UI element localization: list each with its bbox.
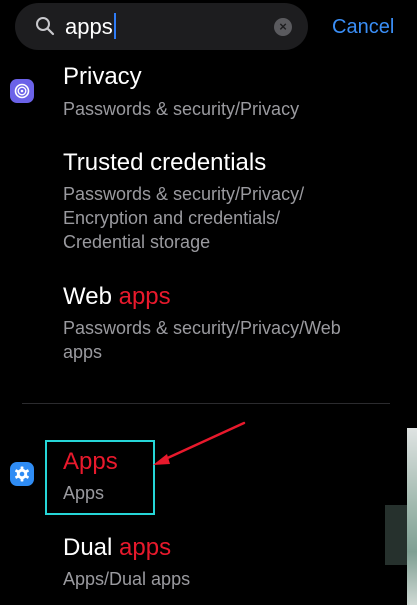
result-title-dual-apps[interactable]: Dual apps [63, 533, 171, 563]
annotation-arrow-icon [153, 421, 246, 465]
result-title-web-apps[interactable]: Web apps [63, 282, 171, 312]
search-bar[interactable]: apps × [15, 3, 308, 50]
edge-artifact [385, 505, 407, 565]
text-caret [113, 13, 116, 39]
result-path-line: apps [63, 342, 103, 362]
settings-app-icon [10, 462, 34, 486]
search-icon [36, 17, 55, 36]
result-path-line: Encryption and credentials/ [63, 208, 281, 228]
result-path-line: Passwords & security/Privacy/ [63, 184, 305, 204]
result-path-privacy: Passwords & security/Privacy [63, 99, 300, 119]
fingerprint-icon [14, 83, 30, 99]
result-path-line: Passwords & security/Privacy/Web [63, 318, 341, 338]
search-input[interactable]: apps [65, 12, 116, 42]
cancel-button[interactable]: Cancel [332, 14, 394, 40]
result-path-dual-apps: Apps/Dual apps [63, 569, 191, 589]
clear-icon[interactable]: × [274, 18, 292, 36]
search-input-value: apps [65, 14, 113, 39]
gear-icon [15, 466, 29, 482]
result-path-line: Credential storage [63, 232, 211, 252]
privacy-icon [10, 79, 34, 103]
result-title-privacy[interactable]: Privacy [63, 62, 142, 92]
annotation-highlight-box [45, 440, 155, 515]
section-divider [22, 403, 390, 404]
result-title-trusted-credentials[interactable]: Trusted credentials [63, 148, 266, 178]
edge-artifact [407, 428, 417, 605]
